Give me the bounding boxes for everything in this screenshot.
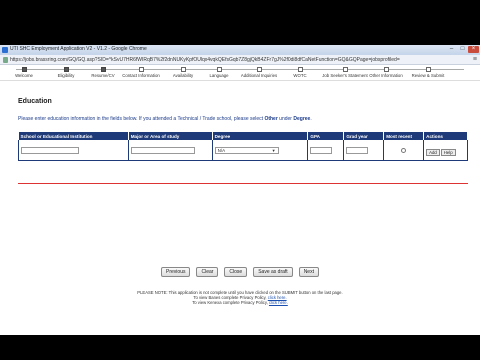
step-marker-icon [425,67,431,72]
cell-most-recent [383,140,425,161]
progress-steps: Welcome Eligibility Resume/CV Contact Infor… [0,66,480,80]
form-buttons: Previous Clear Close Save as draft Next [0,267,480,279]
cell-school [18,140,129,161]
clear-button[interactable]: Clear [196,267,219,277]
save-draft-button[interactable]: Save as draft [253,267,293,277]
window-title: UTI SHC Employment Application V2 - V1.2… [10,46,147,52]
step-marker-icon [383,67,389,72]
header-most-recent: Most recent [383,132,425,140]
footer-notes: PLEASE NOTE: This application is not com… [0,290,480,305]
step-label: Review & Submit [411,73,445,78]
menu-icon[interactable]: ≡ [473,56,477,63]
education-table: School or Educational Institution Major … [18,132,468,161]
header-grad-year: Grad year [343,132,385,140]
instructions-part: Please enter education information in th… [18,116,265,122]
privacy-note-2: To view Kenexa complete Privacy Policy, … [0,300,480,305]
help-button[interactable]: Help [440,149,456,156]
chrome-icon [2,47,8,53]
header-degree: Degree [212,132,309,140]
header-actions: Actions [423,132,468,140]
step-marker-icon [297,67,303,72]
major-input[interactable] [130,146,195,154]
header-gpa: GPA [307,132,345,140]
title-bar: UTI SHC Employment Application V2 - V1.2… [0,45,480,55]
minimize-button[interactable]: – [446,46,457,53]
privacy-note-text: To view Kenexa complete Privacy Policy, [192,300,269,305]
cell-grad-year [343,140,385,161]
instructions-part: under [277,116,294,122]
url-text[interactable]: https://jobs.brassring.com/GQ/GQ.asp?SID… [10,57,458,64]
lock-icon [3,57,8,63]
degree-selected-value: N/A [217,147,226,153]
table-header-row: School or Educational Institution Major … [18,132,468,140]
maximize-button[interactable]: □ [457,46,468,53]
school-input[interactable] [21,146,79,154]
previous-button[interactable]: Previous [161,267,191,277]
step-label: WOTC [293,73,307,78]
page-title: Education [18,98,52,105]
progress-step: WOTC [275,66,325,78]
header-school: School or Educational Institution [18,132,129,140]
step-marker-icon [138,67,144,72]
grad-year-input[interactable] [346,146,369,154]
step-marker-icon [180,67,186,72]
cell-major [128,140,213,161]
section-divider [18,183,468,184]
browser-window: UTI SHC Employment Application V2 - V1.2… [0,45,480,335]
next-button[interactable]: Next [298,267,319,277]
step-marker-icon [256,67,262,72]
step-marker-icon [342,67,348,72]
gpa-input[interactable] [310,146,333,154]
most-recent-radio[interactable] [401,147,407,153]
close-window-button[interactable]: × [468,46,479,53]
degree-select[interactable]: N/A ▼ [214,146,279,154]
privacy-link-2[interactable]: click here. [269,300,288,305]
step-marker-icon [100,67,106,72]
address-bar[interactable]: https://jobs.brassring.com/GQ/GQ.asp?SID… [0,55,480,65]
table-row: N/A ▼ Add Help [18,140,468,161]
close-button[interactable]: Close [224,267,248,277]
step-marker-icon [63,67,69,72]
header-major: Major or Area of study [128,132,213,140]
instructions-bold-other: Other [264,116,278,122]
step-marker-icon [21,67,27,72]
chevron-down-icon: ▼ [271,147,276,153]
add-button[interactable]: Add [426,149,440,156]
cell-gpa [307,140,345,161]
step-marker-icon [216,67,222,72]
instructions-part: . [310,116,312,122]
cell-actions: Add Help [423,140,468,161]
divider [0,80,480,81]
progress-step: Review & Submit [403,66,453,78]
instructions-text: Please enter education information in th… [18,116,312,122]
instructions-bold-degree: Degree [293,116,311,122]
cell-degree: N/A ▼ [212,140,309,161]
